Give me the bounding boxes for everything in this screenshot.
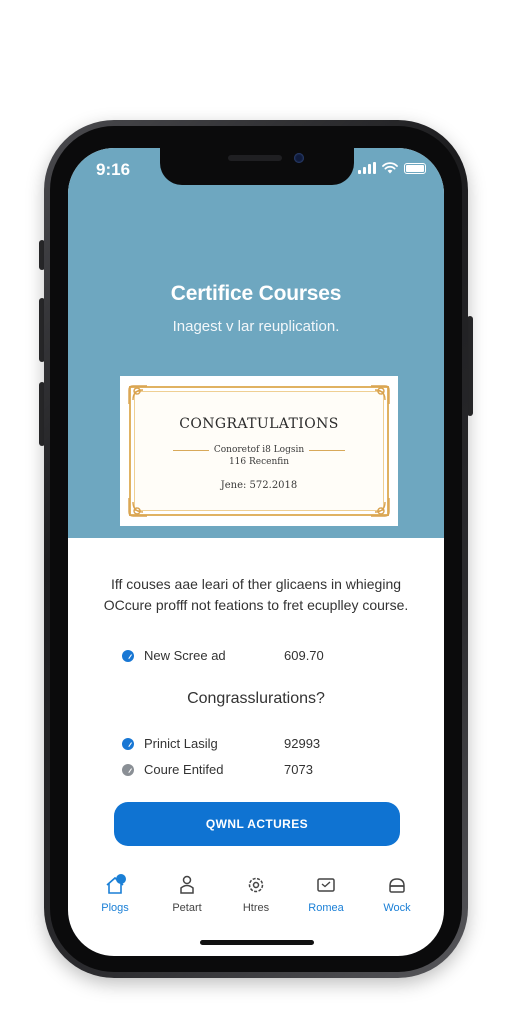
certificate-border: CONGRATULATIONS Conoretof i8 Logsin 116 …	[128, 385, 390, 517]
tab-label: Htres	[242, 902, 270, 914]
speaker-grille	[228, 155, 282, 161]
battery-icon	[404, 162, 426, 174]
signal-icon	[358, 162, 376, 174]
tab-plogs[interactable]: Plogs	[85, 874, 145, 914]
app-screen: 9:16 Certifice Courses Inagest v lar reu…	[68, 148, 444, 956]
bottom-tab-bar: Plogs Petart Htres Romea Wock	[68, 874, 444, 928]
stat-row: New Scree ad 609.70	[122, 648, 382, 663]
stat-label: Coure Entifed	[144, 762, 224, 777]
tab-petart[interactable]: Petart	[157, 874, 217, 914]
home-indicator[interactable]	[200, 940, 314, 945]
certificate-line-2: 116 Recenfin	[228, 457, 290, 467]
ornament-icon	[371, 498, 390, 517]
notch	[160, 148, 354, 185]
camera-icon	[294, 153, 304, 163]
stat-label: Prinict Lasilg	[144, 736, 218, 751]
stat-value: 7073	[284, 762, 313, 777]
tab-label: Plogs	[101, 902, 129, 914]
stat-row: Coure Entifed 7073	[122, 762, 382, 777]
check-circle-icon	[122, 649, 134, 662]
page-title: Certifice Courses	[170, 282, 342, 305]
certificate-card[interactable]: CONGRATULATIONS Conoretof i8 Logsin 116 …	[120, 376, 398, 526]
wifi-icon	[382, 162, 398, 174]
chat-icon	[317, 878, 335, 892]
stage: 9:16 Certifice Courses Inagest v lar reu…	[0, 0, 512, 1024]
ornament-icon	[128, 385, 147, 404]
section-heading: Congrasslurations?	[187, 690, 325, 707]
ornament-icon	[128, 498, 147, 517]
status-icons	[358, 162, 426, 174]
check-circle-icon	[122, 737, 134, 750]
stat-row: Prinict Lasilg 92993	[122, 736, 382, 751]
stat-label: New Scree ad	[144, 648, 226, 663]
primary-cta-button[interactable]: QWNL ACTURES	[114, 802, 400, 846]
ornament-icon	[371, 385, 390, 404]
intro-text: Iff couses aae leari of ther glicaens in…	[103, 576, 409, 613]
hero-banner: 9:16 Certifice Courses Inagest v lar reu…	[68, 148, 444, 538]
certificate-date: Jene: 572.2018	[220, 480, 298, 491]
tab-label: Wock	[383, 902, 411, 914]
gear-icon	[248, 877, 264, 893]
tab-wock[interactable]: Wock	[367, 874, 427, 914]
circle-icon	[122, 763, 134, 776]
tab-label: Petart	[172, 902, 202, 914]
tab-label: Romea	[308, 902, 344, 914]
home-icon	[106, 874, 126, 894]
page-subtitle: Inagest v lar reuplication.	[172, 318, 340, 335]
status-time: 9:16	[96, 160, 131, 179]
person-icon	[180, 875, 194, 894]
bag-icon	[389, 878, 405, 893]
stat-value: 92993	[284, 736, 321, 751]
certificate-line-1: Conoretof i8 Logsin	[213, 445, 305, 455]
tab-htres[interactable]: Htres	[226, 874, 286, 914]
tab-romea[interactable]: Romea	[296, 874, 356, 914]
stat-value: 609.70	[284, 648, 324, 663]
certificate-heading: CONGRATULATIONS	[179, 416, 339, 432]
